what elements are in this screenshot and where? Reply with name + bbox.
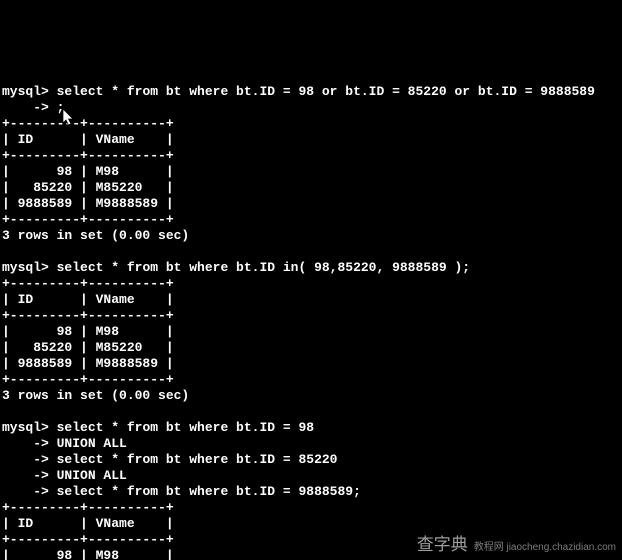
sql-query-3-line5: select * from bt where bt.ID = 9888589; [57,484,361,499]
table-header: | ID | VName | [2,516,174,531]
table-sep: +---------+----------+ [2,212,174,227]
sql-cont-prompt: -> [2,100,49,115]
table-row: | 85220 | M85220 | [2,340,174,355]
sql-prompt: mysql> [2,84,49,99]
table-sep: +---------+----------+ [2,116,174,131]
table-sep: +---------+----------+ [2,148,174,163]
sql-query-1-line1: select * from bt where bt.ID = 98 or bt.… [57,84,595,99]
sql-prompt: mysql> [2,260,49,275]
table-row: | 9888589 | M9888589 | [2,196,174,211]
rows-in-set: 3 rows in set (0.00 sec) [2,388,189,403]
table-sep: +---------+----------+ [2,276,174,291]
table-row: | 98 | M98 | [2,324,174,339]
sql-cont-prompt: -> [2,484,49,499]
terminal-output: mysql> select * from bt where bt.ID = 98… [2,68,620,560]
table-row: | 98 | M98 | [2,548,174,560]
table-sep: +---------+----------+ [2,308,174,323]
sql-cont-prompt: -> [2,452,49,467]
table-row: | 98 | M98 | [2,164,174,179]
table-sep: +---------+----------+ [2,500,174,515]
table-row: | 85220 | M85220 | [2,180,174,195]
table-header: | ID | VName | [2,292,174,307]
rows-in-set: 3 rows in set (0.00 sec) [2,228,189,243]
table-header: | ID | VName | [2,132,174,147]
sql-cont-prompt: -> [2,436,49,451]
table-row: | 9888589 | M9888589 | [2,356,174,371]
sql-query-1-line2: ; [57,100,65,115]
sql-prompt: mysql> [2,420,49,435]
sql-query-3-line2: UNION ALL [57,436,127,451]
table-sep: +---------+----------+ [2,532,174,547]
sql-cont-prompt: -> [2,468,49,483]
sql-query-3-line1: select * from bt where bt.ID = 98 [57,420,314,435]
table-sep: +---------+----------+ [2,372,174,387]
sql-query-2: select * from bt where bt.ID in( 98,8522… [57,260,470,275]
sql-query-3-line4: UNION ALL [57,468,127,483]
sql-query-3-line3: select * from bt where bt.ID = 85220 [57,452,338,467]
